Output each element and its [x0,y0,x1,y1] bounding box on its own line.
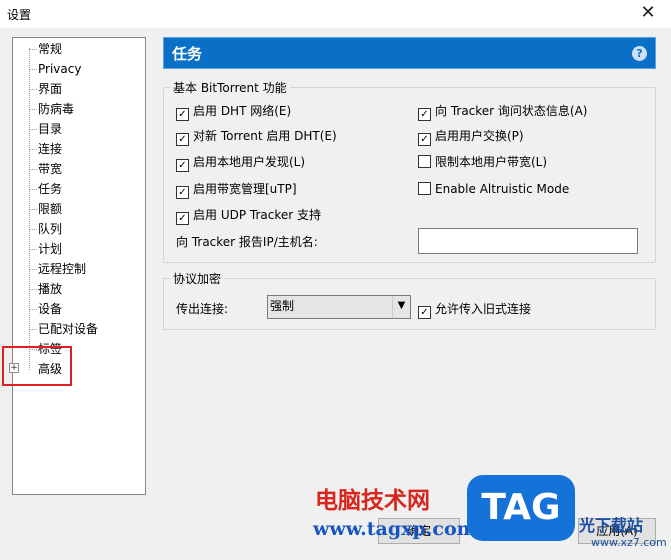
window-title: 设置 [7,8,32,22]
checkbox-box: ✓ [176,108,189,121]
limit-local-checkbox[interactable]: 限制本地用户带宽(L) [418,153,547,171]
peer-exchange-checkbox[interactable]: ✓ 启用用户交换(P) [418,127,524,146]
tree-dash [29,89,37,90]
checkbox-label: Enable Altruistic Mode [435,182,570,196]
watermark-url: www.tagxp.com [313,518,477,540]
sidebar-item-privacy[interactable]: Privacy [38,60,81,78]
encryption-legend: 协议加密 [173,272,222,286]
panel-header: 任务 ? [163,37,656,69]
sidebar-item-remote[interactable]: 远程控制 [38,260,86,278]
tree-dash [29,269,37,270]
outgoing-label: 传出连接: [176,302,229,316]
tree-dash [29,169,37,170]
help-icon[interactable]: ? [632,46,647,61]
checkbox-box: ✓ [418,133,431,146]
title-bar: 设置 ✕ [0,0,671,28]
checkbox-box: ✓ [418,306,431,319]
tree-dash [29,229,37,230]
tree-dash [29,289,37,290]
tree-dash [29,149,37,150]
sidebar-item-playback[interactable]: 播放 [38,280,62,298]
sidebar-item-interface[interactable]: 界面 [38,80,62,98]
sidebar-item-general[interactable]: 常规 [38,40,62,58]
panel-title: 任务 [172,45,203,63]
tree-dash [29,209,37,210]
checkbox-label: 启用 UDP Tracker 支持 [193,208,321,222]
sidebar-item-devices[interactable]: 设备 [38,300,62,318]
watermark-right-url: www.xz7.com [591,536,667,549]
altruistic-checkbox[interactable]: Enable Altruistic Mode [418,180,569,198]
allow-legacy-checkbox[interactable]: ✓ 允许传入旧式连接 [418,300,532,319]
checkbox-label: 允许传入旧式连接 [435,302,532,316]
tree-dash [29,309,37,310]
bw-mgmt-checkbox[interactable]: ✓ 启用带宽管理[uTP] [176,180,297,199]
checkbox-label: 向 Tracker 询问状态信息(A) [435,104,588,118]
sidebar-item-paired-devices[interactable]: 已配对设备 [38,320,98,338]
sidebar-item-quota[interactable]: 限额 [38,200,62,218]
checkbox-box: ✓ [176,159,189,172]
checkbox-label: 启用 DHT 网络(E) [193,104,292,118]
checkbox-box: ✓ [418,108,431,121]
highlight-annotation [2,346,72,386]
tree-dash [29,329,37,330]
report-ip-input[interactable] [418,228,638,254]
checkbox-label: 启用带宽管理[uTP] [193,182,297,196]
checkbox-box: ✓ [176,212,189,225]
tree-dash [29,189,37,190]
dht-checkbox[interactable]: ✓ 启用 DHT 网络(E) [176,102,292,121]
sidebar-item-scheduler[interactable]: 计划 [38,240,62,258]
report-ip-label: 向 Tracker 报告IP/主机名: [176,235,318,249]
tree-dash [29,109,37,110]
udp-tracker-checkbox[interactable]: ✓ 启用 UDP Tracker 支持 [176,206,321,225]
checkbox-box [418,155,431,168]
watermark-logo: TAG [467,475,575,541]
tree-dash [29,129,37,130]
outgoing-select-value: 强制 [270,299,295,313]
bittorrent-legend: 基本 BitTorrent 功能 [173,81,287,95]
sidebar-item-directories[interactable]: 目录 [38,120,62,138]
local-peer-checkbox[interactable]: ✓ 启用本地用户发现(L) [176,153,306,172]
sidebar-item-bandwidth[interactable]: 带宽 [38,160,62,178]
sidebar-item-queue[interactable]: 队列 [38,220,62,238]
checkbox-label: 限制本地用户带宽(L) [435,155,548,169]
outgoing-select[interactable]: 强制 ▼ [267,295,411,319]
dht-new-checkbox[interactable]: ✓ 对新 Torrent 启用 DHT(E) [176,127,337,146]
checkbox-box: ✓ [176,186,189,199]
sidebar-item-tasks[interactable]: 任务 [38,180,62,198]
checkbox-box [418,182,431,195]
checkbox-label: 启用本地用户发现(L) [193,155,306,169]
sidebar-item-connection[interactable]: 连接 [38,140,62,158]
checkbox-box: ✓ [176,133,189,146]
tree-dash [29,249,37,250]
watermark-site-name: 电脑技术网 [315,487,430,514]
tree-dash [29,49,37,50]
watermark-right-text: 光下载站 [579,516,644,535]
chevron-down-icon: ▼ [392,296,410,318]
checkbox-label: 启用用户交换(P) [435,129,524,143]
settings-tree[interactable]: 常规 Privacy 界面 防病毒 目录 连接 带宽 任务 限额 队列 计划 远… [12,37,146,495]
checkbox-label: 对新 Torrent 启用 DHT(E) [193,129,337,143]
tracker-scrape-checkbox[interactable]: ✓ 向 Tracker 询问状态信息(A) [418,102,588,121]
sidebar-item-antivirus[interactable]: 防病毒 [38,100,74,118]
tree-dash [29,69,37,70]
close-icon[interactable]: ✕ [637,2,659,24]
